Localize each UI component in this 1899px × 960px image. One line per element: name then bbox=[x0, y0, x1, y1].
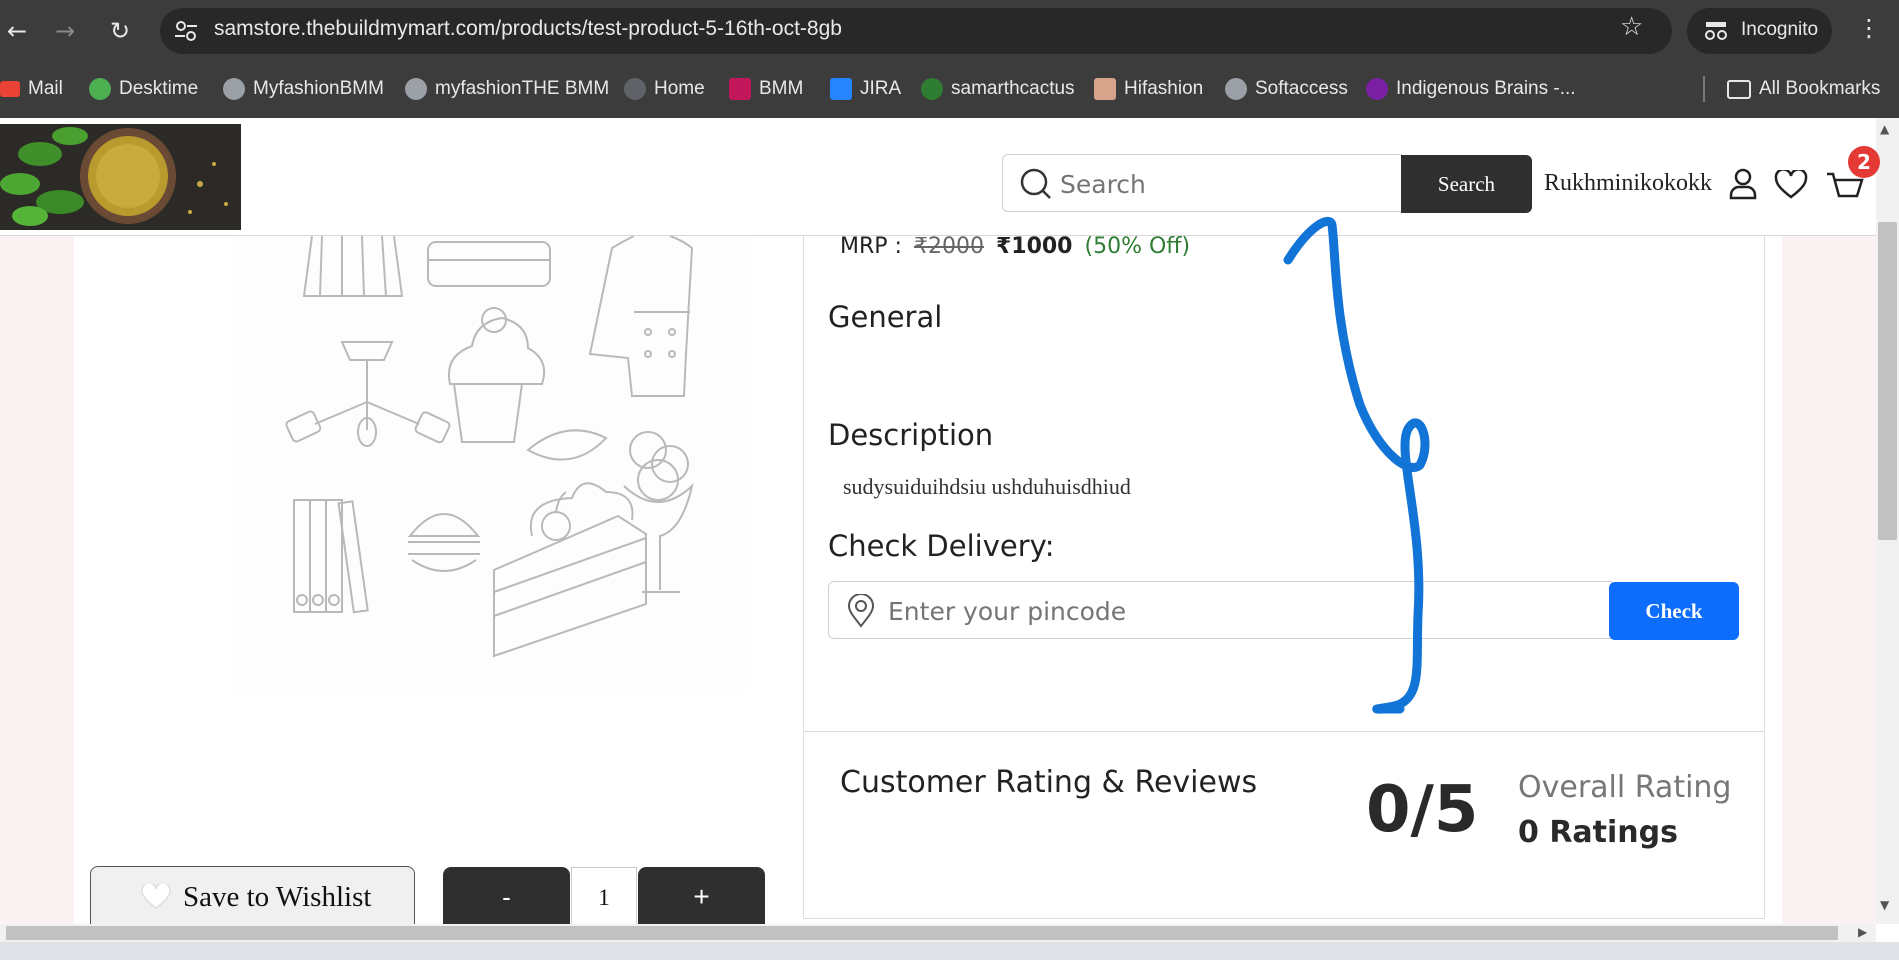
ratings-count: 0 Ratings bbox=[1518, 815, 1678, 850]
incognito-icon bbox=[1705, 22, 1727, 40]
bookmark-label: samarthcactus bbox=[951, 78, 1075, 99]
mrp-label: MRP : bbox=[840, 234, 902, 259]
cart-count-badge: 2 bbox=[1848, 146, 1880, 178]
wishlist-label: Save to Wishlist bbox=[183, 880, 372, 913]
logo-image bbox=[0, 124, 241, 230]
bookmark-samarthcactus[interactable]: samarthcactus bbox=[921, 75, 1075, 103]
globe-icon bbox=[624, 78, 646, 100]
bookmark-label: Mail bbox=[28, 78, 63, 99]
bookmark-label: BMM bbox=[759, 78, 804, 99]
decrease-quantity-button[interactable]: - bbox=[443, 867, 570, 927]
general-heading: General bbox=[828, 300, 943, 334]
bookmark-label: Desktime bbox=[119, 78, 199, 99]
mrp-original-price: ₹2000 bbox=[913, 234, 984, 259]
product-image bbox=[232, 235, 750, 690]
search-icon bbox=[1020, 168, 1051, 199]
indigenous-icon bbox=[1366, 78, 1388, 100]
folder-icon bbox=[1727, 79, 1751, 99]
page-left-gutter bbox=[0, 118, 74, 924]
forward-arrow-icon[interactable]: → bbox=[48, 14, 82, 48]
product-placeholder-illustration bbox=[232, 235, 750, 690]
bookmark-star-icon[interactable]: ☆ bbox=[1620, 12, 1643, 42]
bookmark-label: All Bookmarks bbox=[1759, 78, 1881, 99]
user-icon[interactable] bbox=[1728, 168, 1758, 200]
bookmark-indigenous-brains[interactable]: Indigenous Brains -... bbox=[1366, 75, 1576, 103]
reload-icon[interactable]: ↻ bbox=[103, 14, 137, 48]
username-link[interactable]: Rukhminikokokk bbox=[1544, 170, 1712, 197]
bookmark-label: Indigenous Brains -... bbox=[1396, 78, 1576, 99]
vertical-scrollbar-thumb[interactable] bbox=[1878, 222, 1897, 540]
bookmark-home[interactable]: Home bbox=[624, 75, 705, 103]
discount-label: (50% Off) bbox=[1084, 234, 1191, 259]
page-right-gutter bbox=[1782, 118, 1876, 924]
scroll-right-arrow-icon[interactable]: ▶ bbox=[1858, 925, 1867, 939]
globe-icon bbox=[405, 78, 427, 100]
pincode-input[interactable] bbox=[888, 594, 1588, 628]
bmm-icon bbox=[729, 78, 751, 100]
desktime-icon bbox=[89, 78, 111, 100]
bookmarks-divider bbox=[1703, 76, 1705, 102]
wishlist-heart-icon[interactable] bbox=[1774, 170, 1808, 200]
bookmark-label: MyfashionBMM bbox=[253, 78, 384, 99]
gmail-icon bbox=[0, 81, 20, 97]
incognito-label: Incognito bbox=[1741, 19, 1819, 40]
save-to-wishlist-button[interactable]: Save to Wishlist bbox=[90, 866, 415, 928]
rating-score: 0/5 bbox=[1366, 773, 1479, 847]
scroll-up-arrow-icon[interactable]: ▲ bbox=[1880, 122, 1889, 136]
bookmark-label: Softaccess bbox=[1255, 78, 1348, 99]
scroll-down-arrow-icon[interactable]: ▼ bbox=[1880, 898, 1889, 912]
mrp-sale-price: ₹1000 bbox=[995, 234, 1073, 259]
quantity-value[interactable]: 1 bbox=[571, 867, 637, 927]
bookmark-label: JIRA bbox=[860, 78, 902, 99]
back-arrow-icon[interactable]: ← bbox=[0, 14, 34, 48]
bookmark-myfashionthebmm[interactable]: myfashionTHE BMM bbox=[405, 75, 609, 103]
increase-quantity-button[interactable]: + bbox=[638, 867, 765, 927]
globe-icon bbox=[1225, 78, 1247, 100]
description-text: sudysuiduihdsiu ushduhuisdhiud bbox=[843, 474, 1131, 499]
location-pin-icon bbox=[847, 594, 875, 628]
bookmark-mail[interactable]: Mail bbox=[0, 75, 63, 103]
horizontal-scrollbar-thumb[interactable] bbox=[6, 926, 1838, 940]
site-settings-icon[interactable] bbox=[172, 17, 200, 45]
bookmark-hifashion[interactable]: Hifashion bbox=[1094, 75, 1203, 103]
overall-rating-label: Overall Rating bbox=[1518, 770, 1732, 805]
bookmark-label: Hifashion bbox=[1124, 78, 1204, 99]
site-logo[interactable] bbox=[0, 124, 241, 230]
hifashion-icon bbox=[1094, 78, 1116, 100]
jira-icon bbox=[830, 78, 852, 100]
search-button[interactable]: Search bbox=[1401, 155, 1532, 213]
cactus-icon bbox=[921, 78, 943, 100]
bookmark-label: Home bbox=[654, 78, 705, 99]
url-text[interactable]: samstore.thebuildmymart.com/products/tes… bbox=[214, 17, 842, 41]
bookmark-softaccess[interactable]: Softaccess bbox=[1225, 75, 1348, 103]
bookmark-jira[interactable]: JIRA bbox=[830, 75, 901, 103]
bookmark-bmm[interactable]: BMM bbox=[729, 75, 803, 103]
reviews-heading: Customer Rating & Reviews bbox=[840, 765, 1258, 800]
bookmark-desktime[interactable]: Desktime bbox=[89, 75, 198, 103]
check-delivery-heading: Check Delivery: bbox=[828, 529, 1055, 563]
bookmark-label: myfashionTHE BMM bbox=[435, 78, 610, 99]
annotation-stroke bbox=[1283, 216, 1430, 714]
browser-menu-icon[interactable]: ⋮ bbox=[1857, 14, 1881, 42]
check-delivery-button[interactable]: Check bbox=[1609, 582, 1739, 640]
bookmark-myfashionbmm[interactable]: MyfashionBMM bbox=[223, 75, 384, 103]
heart-icon bbox=[141, 884, 171, 909]
description-heading: Description bbox=[828, 418, 994, 452]
price-line: MRP : ₹2000 ₹1000 (50% Off) bbox=[840, 234, 1190, 259]
os-taskbar bbox=[0, 942, 1899, 960]
search-input[interactable] bbox=[1060, 168, 1390, 200]
globe-icon bbox=[223, 78, 245, 100]
bookmark-all-bookmarks[interactable]: All Bookmarks bbox=[1727, 75, 1880, 103]
